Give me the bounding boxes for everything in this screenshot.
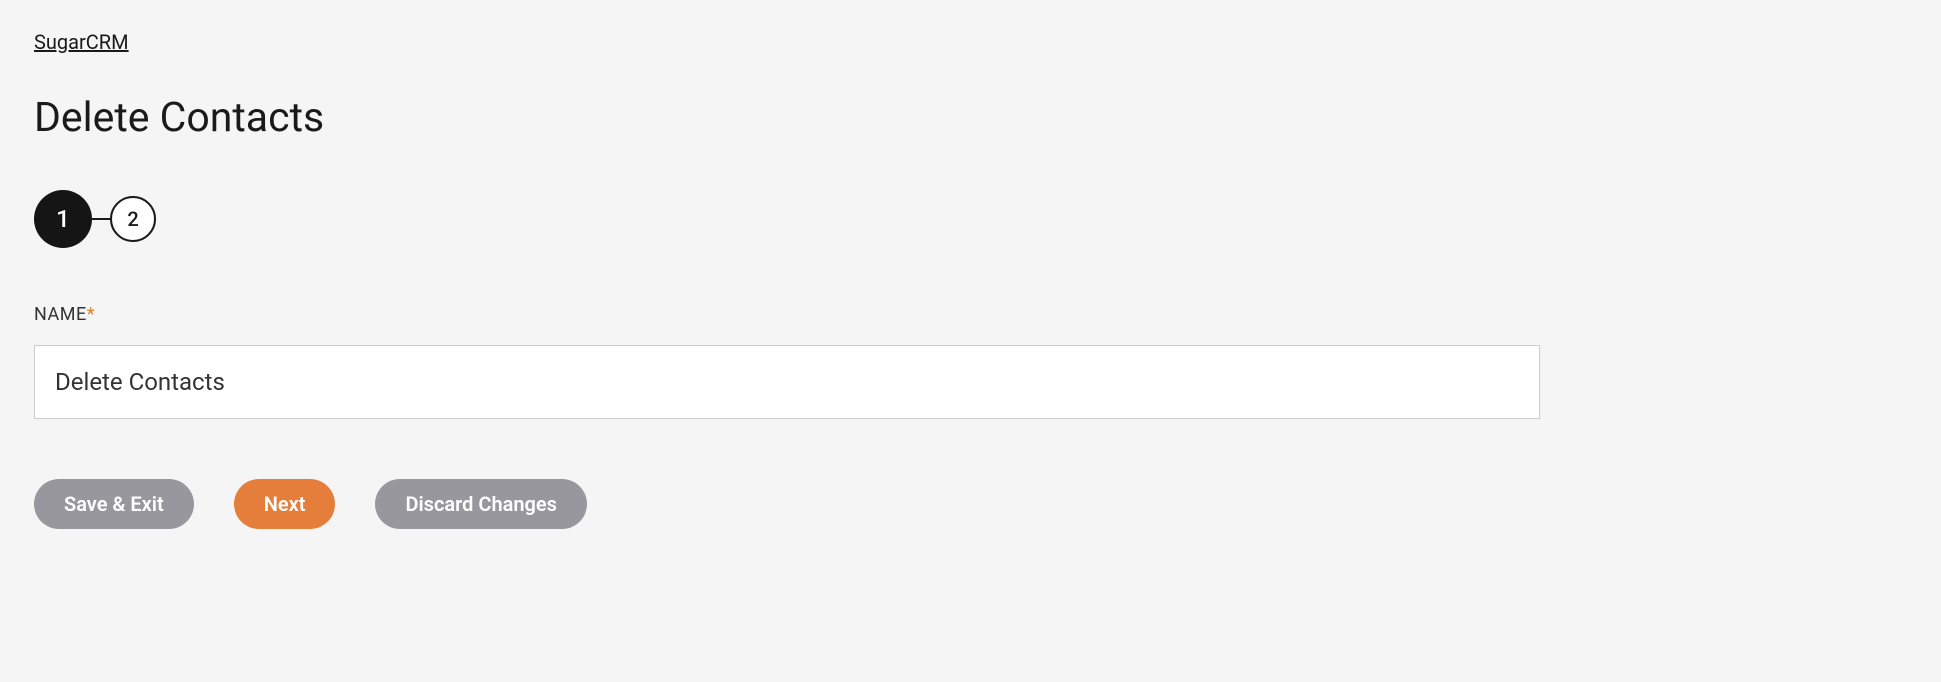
name-label-text: NAME [34,304,87,325]
next-button[interactable]: Next [234,479,336,529]
name-input[interactable] [34,345,1540,419]
required-asterisk: * [87,304,95,325]
save-exit-button[interactable]: Save & Exit [34,479,194,529]
breadcrumb-link[interactable]: SugarCRM [34,30,129,54]
step-2[interactable]: 2 [110,196,156,242]
button-row: Save & Exit Next Discard Changes [34,479,1907,529]
step-indicator: 1 2 [34,190,1907,248]
discard-changes-button[interactable]: Discard Changes [375,479,587,529]
page-title: Delete Contacts [34,94,1907,142]
step-connector [92,218,110,220]
name-field-label: NAME* [34,304,1907,325]
step-1[interactable]: 1 [34,190,92,248]
